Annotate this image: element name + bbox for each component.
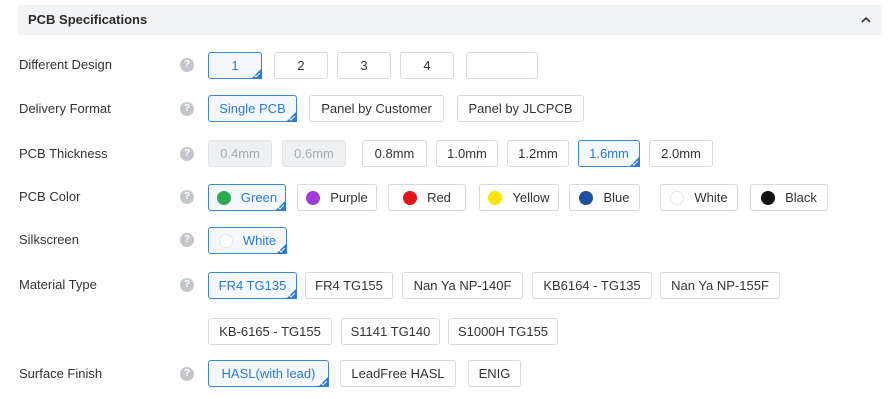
option-panel-by-customer[interactable]: Panel by Customer [309,95,444,122]
option-thickness-0.6mm: 0.6mm [282,140,346,167]
option-thickness-2.0mm[interactable]: 2.0mm [649,140,713,167]
option-label: Yellow [512,190,550,205]
label-pcb-thickness: PCB Thickness [19,146,108,161]
option-color-purple[interactable]: Purple [297,184,377,211]
help-icon[interactable]: ? [180,367,194,381]
option-thickness-1.0mm[interactable]: 1.0mm [436,140,498,167]
purple-swatch-icon [306,190,321,205]
option-label: Blue [603,190,630,205]
option-thickness-0.8mm[interactable]: 0.8mm [362,140,427,167]
option-material-nan-ya-np-155f[interactable]: Nan Ya NP-155F [660,272,780,299]
option-design-1[interactable]: 1 [208,52,262,79]
label-pcb-color: PCB Color [19,189,81,204]
option-finish-hasl-with-lead[interactable]: HASL(with lead) [208,360,329,387]
option-color-white[interactable]: White [660,184,738,211]
option-design-custom[interactable] [466,52,538,79]
option-material-s1141-tg140[interactable]: S1141 TG140 [341,318,440,345]
option-material-kb6164-tg135[interactable]: KB6164 - TG135 [532,272,652,299]
help-icon[interactable]: ? [180,190,194,204]
option-design-2[interactable]: 2 [274,52,328,79]
option-finish-leadfree-hasl[interactable]: LeadFree HASL [340,360,456,387]
yellow-swatch-icon [488,190,503,205]
option-material-nan-ya-np-140f[interactable]: Nan Ya NP-140F [402,272,523,299]
option-color-red[interactable]: Red [388,184,466,211]
option-material-fr4-tg155[interactable]: FR4 TG155 [305,272,393,299]
help-icon[interactable]: ? [180,233,194,247]
option-material-kb-6165-tg155[interactable]: KB-6165 - TG155 [208,318,332,345]
label-silkscreen: Silkscreen [19,232,79,247]
option-color-black[interactable]: Black [750,184,828,211]
option-thickness-1.6mm[interactable]: 1.6mm [578,140,640,167]
option-thickness-1.2mm[interactable]: 1.2mm [507,140,569,167]
green-swatch-icon [216,190,231,205]
option-thickness-0.4mm: 0.4mm [208,140,272,167]
label-material-type: Material Type [19,277,97,292]
option-silkscreen-white[interactable]: White [208,227,287,254]
option-color-yellow[interactable]: Yellow [479,184,559,211]
option-label: Black [785,190,817,205]
black-swatch-icon [761,190,776,205]
chevron-up-icon[interactable] [860,14,872,26]
option-label: Purple [330,190,368,205]
option-design-4[interactable]: 4 [400,52,454,79]
blue-swatch-icon [579,190,594,205]
section-title: PCB Specifications [28,12,148,27]
red-swatch-icon [403,190,418,205]
option-finish-enig[interactable]: ENIG [468,360,521,387]
option-label: White [242,233,277,248]
option-color-blue[interactable]: Blue [569,184,640,211]
help-icon[interactable]: ? [180,278,194,292]
option-color-green[interactable]: Green [208,184,286,211]
option-label: Red [427,190,451,205]
option-material-fr4-tg135[interactable]: FR4 TG135 [208,272,297,299]
option-material-s1000h-tg155[interactable]: S1000H TG155 [448,318,558,345]
label-different-design: Different Design [19,57,112,72]
section-header[interactable]: PCB Specifications [18,5,882,35]
white-swatch-icon [670,190,685,205]
label-surface-finish: Surface Finish [19,366,103,381]
label-delivery-format: Delivery Format [19,101,111,116]
help-icon[interactable]: ? [180,58,194,72]
option-panel-by-jlcpcb[interactable]: Panel by JLCPCB [457,95,584,122]
white-swatch-icon [218,233,233,248]
option-design-3[interactable]: 3 [337,52,391,79]
option-label: Green [240,190,278,205]
option-single-pcb[interactable]: Single PCB [208,95,297,122]
option-label: White [694,190,728,205]
help-icon[interactable]: ? [180,147,194,161]
help-icon[interactable]: ? [180,102,194,116]
